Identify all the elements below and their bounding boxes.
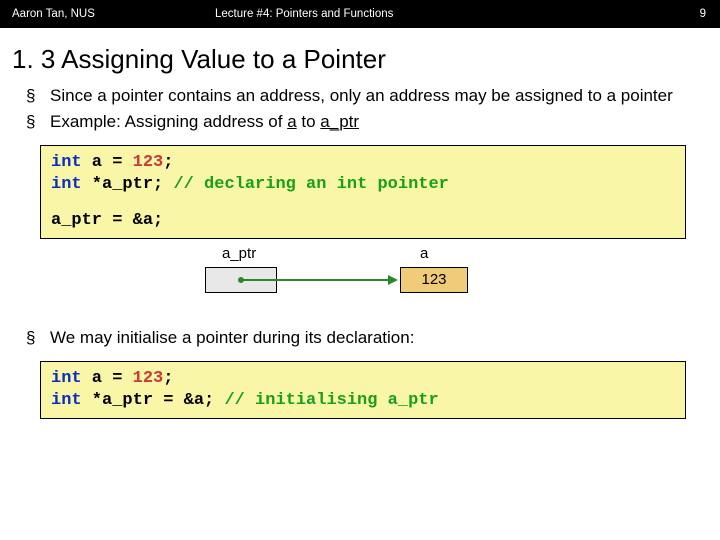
number-literal: 123 (133, 369, 164, 388)
pointer-diagram: a_ptr a 123 (0, 245, 720, 323)
slide-header: Aaron Tan, NUS Lecture #4: Pointers and … (0, 0, 720, 28)
code-text: a = (82, 369, 133, 388)
bullet-item: We may initialise a pointer during its d… (40, 325, 710, 351)
bullet-item: Since a pointer contains an address, onl… (40, 83, 710, 109)
bullet-text: Since a pointer contains an address, onl… (50, 86, 673, 105)
code-text: ; (163, 153, 173, 172)
bullet-text: We may initialise a pointer during its d… (50, 328, 414, 347)
var-label: a (420, 245, 428, 262)
code-text: a_ptr = &a; (51, 211, 163, 230)
value-text: 123 (421, 271, 446, 288)
code-text: *a_ptr = &a; (82, 391, 225, 410)
value-box: 123 (400, 267, 468, 293)
code-line: int a = 123; (51, 152, 675, 174)
arrow-line (242, 279, 390, 281)
keyword: int (51, 369, 82, 388)
keyword: int (51, 153, 82, 172)
code-line: int *a_ptr; // declaring an int pointer (51, 174, 675, 196)
keyword: int (51, 175, 82, 194)
page-number: 9 (700, 8, 706, 20)
number-literal: 123 (133, 153, 164, 172)
code-block-2: int a = 123; int *a_ptr = &a; // initial… (40, 361, 686, 419)
underlined-var: a (287, 112, 296, 131)
bullet-list: Since a pointer contains an address, onl… (0, 81, 720, 135)
code-text: a = (82, 153, 133, 172)
ptr-label: a_ptr (222, 245, 256, 262)
code-text: ; (163, 369, 173, 388)
comment: // initialising a_ptr (224, 391, 438, 410)
bullet-item: Example: Assigning address of a to a_ptr (40, 109, 710, 135)
bullet-text: Example: Assigning address of (50, 112, 287, 131)
bullet-list: We may initialise a pointer during its d… (0, 323, 720, 351)
author-label: Aaron Tan, NUS (12, 8, 95, 20)
code-text: *a_ptr; (82, 175, 174, 194)
comment: // declaring an int pointer (173, 175, 448, 194)
code-line: int *a_ptr = &a; // initialising a_ptr (51, 390, 675, 412)
page-title: 1. 3 Assigning Value to a Pointer (0, 28, 720, 81)
bullet-text: to (297, 112, 321, 131)
code-line: a_ptr = &a; (51, 210, 675, 232)
lecture-title: Lecture #4: Pointers and Functions (215, 8, 393, 20)
arrow-head-icon (388, 275, 398, 285)
code-line: int a = 123; (51, 368, 675, 390)
underlined-var: a_ptr (320, 112, 359, 131)
code-block-1: int a = 123; int *a_ptr; // declaring an… (40, 145, 686, 239)
keyword: int (51, 391, 82, 410)
